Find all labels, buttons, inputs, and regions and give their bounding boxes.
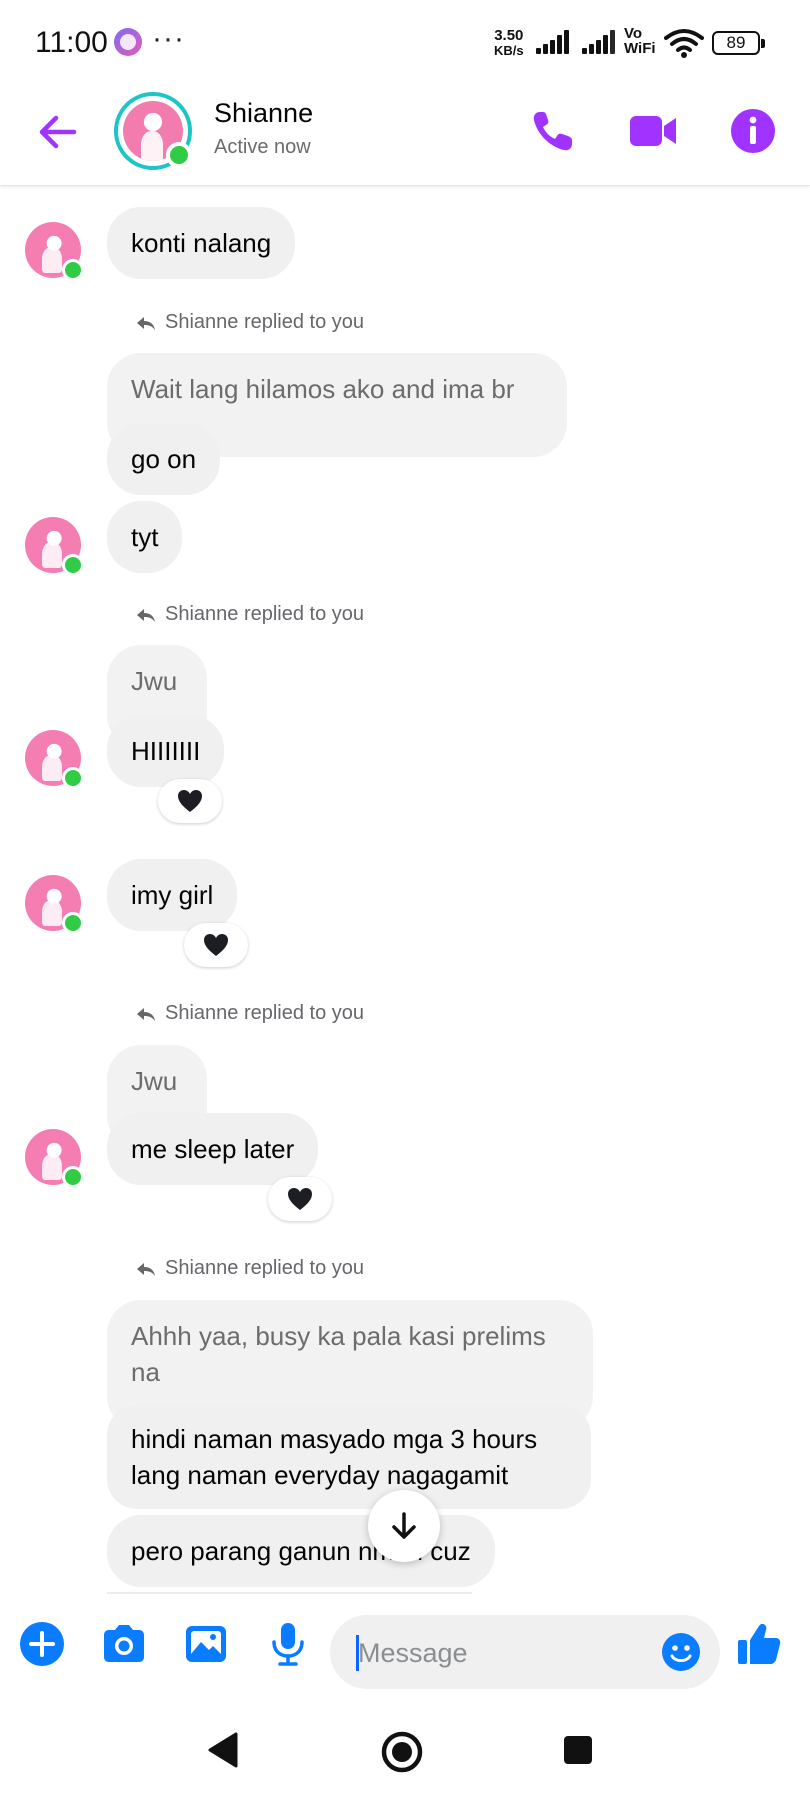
replied-label: Shianne replied to you — [135, 603, 364, 626]
message-bubble[interactable]: hindi naman masyado mga 3 hours lang nam… — [107, 1405, 591, 1509]
replied-label: Shianne replied to you — [135, 1257, 364, 1280]
online-indicator — [166, 142, 192, 168]
more-notifications: ··· — [152, 22, 185, 55]
plus-icon[interactable] — [16, 1618, 68, 1670]
wifi-icon — [664, 29, 704, 58]
signal-icon — [536, 30, 572, 54]
message-bubble[interactable]: imy girl — [107, 859, 238, 931]
back-arrow-icon[interactable] — [34, 108, 82, 156]
contact-status: Active now — [214, 136, 311, 158]
reply-icon — [137, 1262, 155, 1276]
phone-icon[interactable] — [526, 104, 580, 158]
message-bubble[interactable]: HIIIIIII — [107, 715, 225, 787]
black-heart-icon — [178, 790, 202, 812]
sender-avatar[interactable] — [25, 222, 84, 281]
heart-reaction[interactable] — [158, 779, 222, 823]
reply-icon — [137, 316, 155, 330]
back-triangle-icon[interactable] — [206, 1730, 240, 1770]
replied-label: Shianne replied to you — [135, 1002, 364, 1025]
scroll-to-bottom-button[interactable] — [368, 1490, 440, 1562]
heart-reaction[interactable] — [268, 1177, 332, 1221]
message-bubble[interactable]: go on — [107, 423, 221, 495]
sender-avatar[interactable] — [25, 730, 84, 789]
info-icon[interactable] — [726, 104, 780, 158]
sender-avatar[interactable] — [25, 1129, 84, 1188]
network-speed: 3.50 KB/s — [494, 27, 524, 58]
message-bubble[interactable]: tyt — [107, 501, 183, 573]
composer-bar: Message — [0, 1596, 810, 1706]
heart-reaction[interactable] — [184, 923, 248, 967]
sender-avatar[interactable] — [25, 875, 84, 934]
message-list[interactable]: konti nalang Shianne replied to you Wait… — [0, 187, 810, 1597]
reply-icon — [137, 608, 155, 622]
status-time: 11:00 — [35, 26, 108, 59]
battery-icon: 89 — [712, 31, 765, 55]
message-input[interactable]: Message — [330, 1615, 720, 1689]
message-bubble[interactable]: me sleep later — [107, 1113, 319, 1185]
emoji-icon[interactable] — [660, 1631, 702, 1673]
system-navigation-bar — [0, 1706, 810, 1800]
messenger-notification-icon — [114, 28, 142, 56]
bubble-divider — [107, 1592, 472, 1594]
black-heart-icon — [204, 934, 228, 956]
microphone-icon[interactable] — [262, 1618, 314, 1670]
recents-square-icon[interactable] — [562, 1734, 594, 1766]
home-circle-icon[interactable] — [380, 1730, 424, 1774]
signal-icon — [582, 30, 618, 54]
replied-label: Shianne replied to you — [135, 311, 364, 334]
reply-icon — [137, 1007, 155, 1021]
black-heart-icon — [288, 1188, 312, 1210]
arrow-down-icon — [392, 1512, 416, 1539]
contact-name[interactable]: Shianne — [214, 98, 313, 129]
conversation-header: Shianne Active now — [0, 86, 810, 186]
video-camera-icon[interactable] — [626, 104, 680, 158]
message-placeholder: Message — [358, 1638, 468, 1668]
vowifi-indicator: Vo WiFi — [624, 25, 656, 57]
gallery-icon[interactable] — [180, 1618, 232, 1670]
camera-icon[interactable] — [98, 1618, 150, 1670]
status-bar: 11:00 ··· 3.50 KB/s Vo WiFi 89 — [0, 0, 810, 86]
message-bubble[interactable]: konti nalang — [107, 207, 296, 279]
sender-avatar[interactable] — [25, 517, 84, 576]
thumbs-up-icon[interactable] — [734, 1618, 786, 1670]
